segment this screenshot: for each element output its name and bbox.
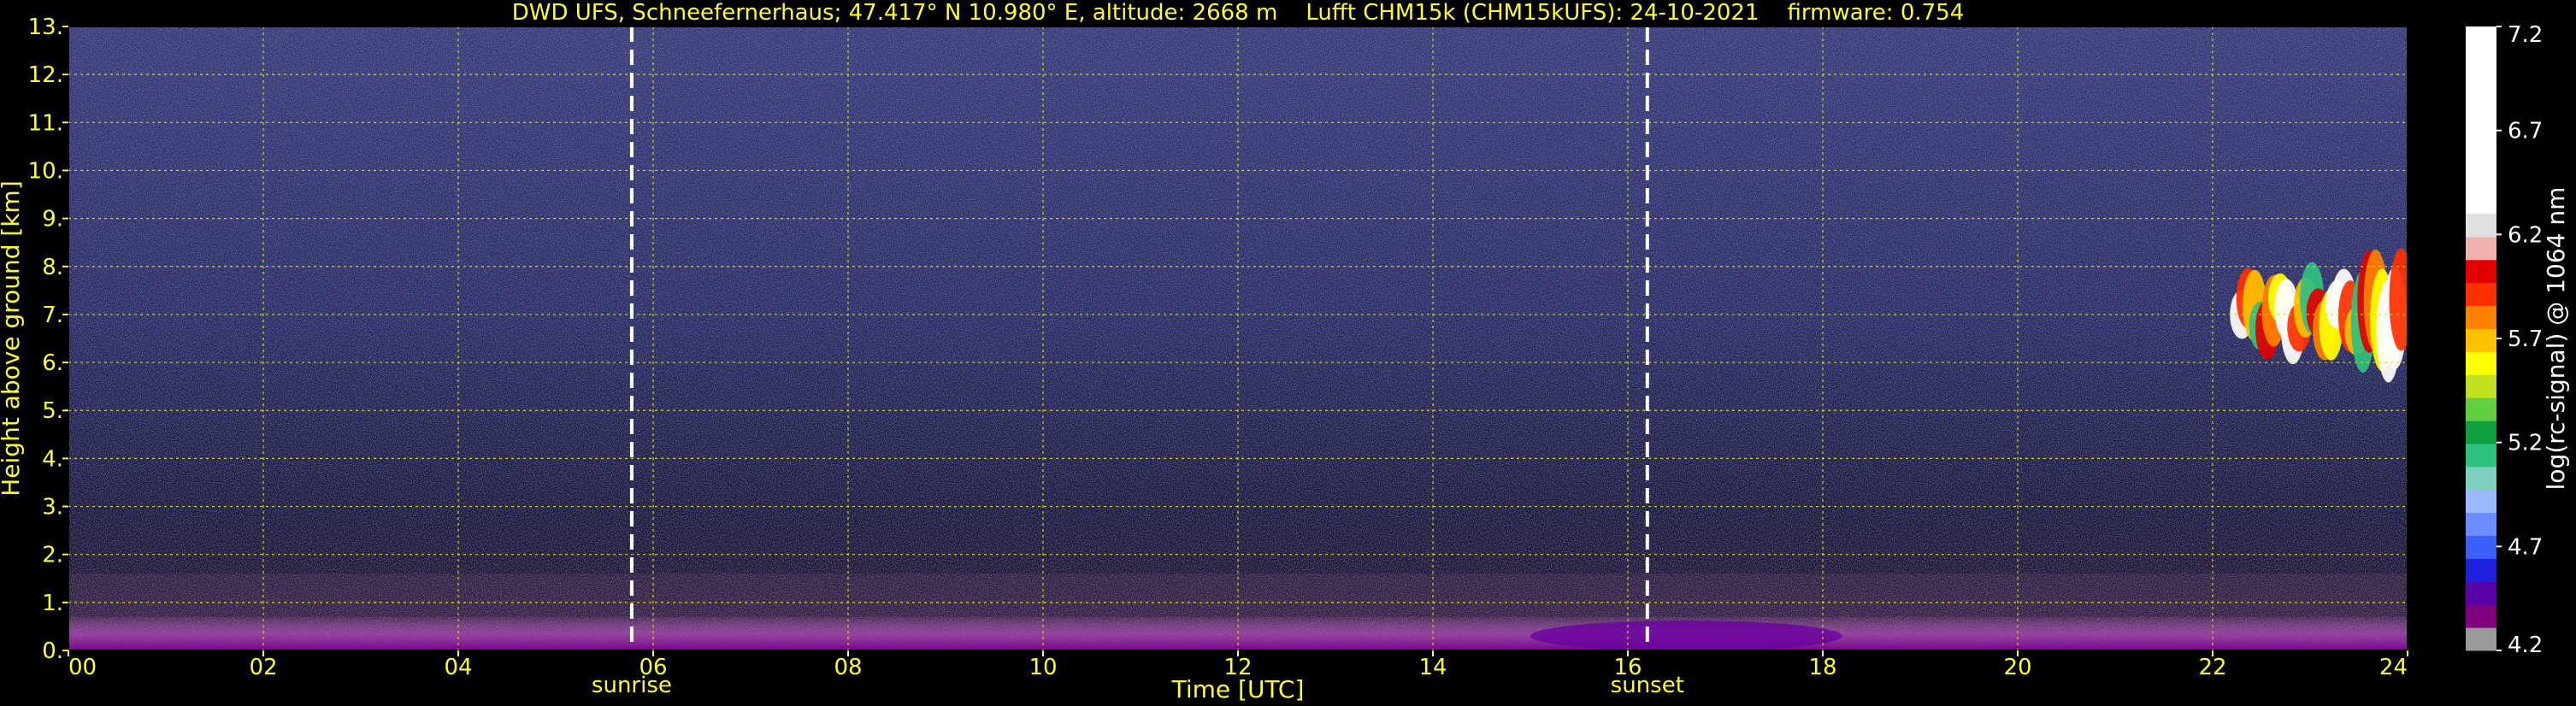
boundary-layer-bump bbox=[1530, 621, 1842, 650]
x-tick-label: 22 bbox=[2198, 655, 2226, 680]
y-tick-label: 13. bbox=[28, 15, 63, 40]
x-tick-label: 24 bbox=[2379, 655, 2408, 680]
colorbar-swatch bbox=[2466, 282, 2496, 307]
colorbar-swatch bbox=[2466, 558, 2496, 582]
colorbar-swatch bbox=[2466, 466, 2496, 491]
cloud-blob bbox=[2389, 248, 2408, 351]
x-tick-label: 04 bbox=[444, 655, 472, 680]
x-tick-label: 18 bbox=[1808, 655, 1836, 680]
colorbar-swatch bbox=[2466, 512, 2496, 537]
colorbar-swatch bbox=[2466, 489, 2496, 514]
colorbar-swatch bbox=[2466, 351, 2496, 375]
y-axis-ticks: 0. 1. 2. 3. 4. 5. 6. 7. 8. 9. 10. 11. 12. 13. bbox=[28, 15, 68, 664]
x-tick-label: 02 bbox=[249, 655, 277, 680]
colorbar-tick-label: 6.7 bbox=[2508, 119, 2543, 144]
x-tick-label: 14 bbox=[1418, 655, 1447, 680]
x-tick-label: 10 bbox=[1029, 655, 1057, 680]
colorbar-tick-label: 4.7 bbox=[2508, 534, 2543, 560]
y-tick-label: 6. bbox=[42, 350, 63, 376]
plot-area bbox=[68, 26, 2408, 650]
colorbar-swatch bbox=[2466, 443, 2496, 468]
colorbar: 4.2 4.7 5.2 5.7 6.2 6.7 7.2 bbox=[2466, 22, 2543, 658]
colorbar-tick-label: 6.2 bbox=[2508, 222, 2543, 248]
colorbar-swatch bbox=[2466, 604, 2496, 628]
colorbar-swatch bbox=[2466, 581, 2496, 605]
y-tick-label: 7. bbox=[42, 303, 63, 328]
ceilometer-chart: DWD UFS, Schneefernerhaus; 47.417° N 10.… bbox=[0, 0, 2570, 703]
event-label-sunrise: sunrise bbox=[592, 673, 672, 698]
x-tick-label: 08 bbox=[834, 655, 862, 680]
colorbar-swatch bbox=[2466, 259, 2496, 284]
colorbar-swatch bbox=[2466, 214, 2496, 238]
event-labels: sunrise sunset bbox=[592, 673, 1684, 698]
y-tick-label: 0. bbox=[42, 638, 63, 664]
y-tick-label: 9. bbox=[42, 207, 63, 232]
colorbar-tick-label: 4.2 bbox=[2508, 632, 2543, 658]
colorbar-label: log(rc-signal) @ 1064 nm bbox=[2542, 187, 2570, 491]
y-axis-label: Height above ground [km] bbox=[0, 180, 25, 497]
boundary-layer-band bbox=[68, 616, 2408, 650]
colorbar-tick-label: 5.2 bbox=[2508, 431, 2543, 456]
x-tick-label: 20 bbox=[2003, 655, 2031, 680]
y-tick-label: 1. bbox=[42, 591, 63, 616]
colorbar-swatch bbox=[2466, 535, 2496, 559]
x-axis-label: Time [UTC] bbox=[1171, 675, 1305, 703]
colorbar-swatch bbox=[2466, 627, 2496, 651]
colorbar-swatch bbox=[2466, 328, 2496, 352]
colorbar-swatch bbox=[2466, 305, 2496, 329]
y-tick-label: 12. bbox=[28, 62, 63, 88]
colorbar-tick-label: 7.2 bbox=[2508, 22, 2543, 48]
colorbar-swatch bbox=[2466, 397, 2496, 421]
y-tick-label: 3. bbox=[42, 495, 63, 521]
y-tick-label: 11. bbox=[28, 110, 63, 136]
colorbar-swatch bbox=[2466, 26, 2496, 214]
x-tick-label: 00 bbox=[68, 655, 97, 680]
y-tick-label: 8. bbox=[42, 255, 63, 280]
y-tick-label: 10. bbox=[28, 158, 63, 184]
colorbar-tick-label: 5.7 bbox=[2508, 327, 2543, 352]
colorbar-swatch bbox=[2466, 236, 2496, 261]
y-tick-label: 4. bbox=[42, 446, 63, 472]
colorbar-swatch bbox=[2466, 374, 2496, 398]
chart-title: DWD UFS, Schneefernerhaus; 47.417° N 10.… bbox=[512, 0, 1965, 26]
y-tick-label: 2. bbox=[42, 543, 63, 568]
y-tick-label: 5. bbox=[42, 398, 63, 424]
colorbar-swatch bbox=[2466, 421, 2496, 444]
event-label-sunset: sunset bbox=[1611, 673, 1684, 698]
